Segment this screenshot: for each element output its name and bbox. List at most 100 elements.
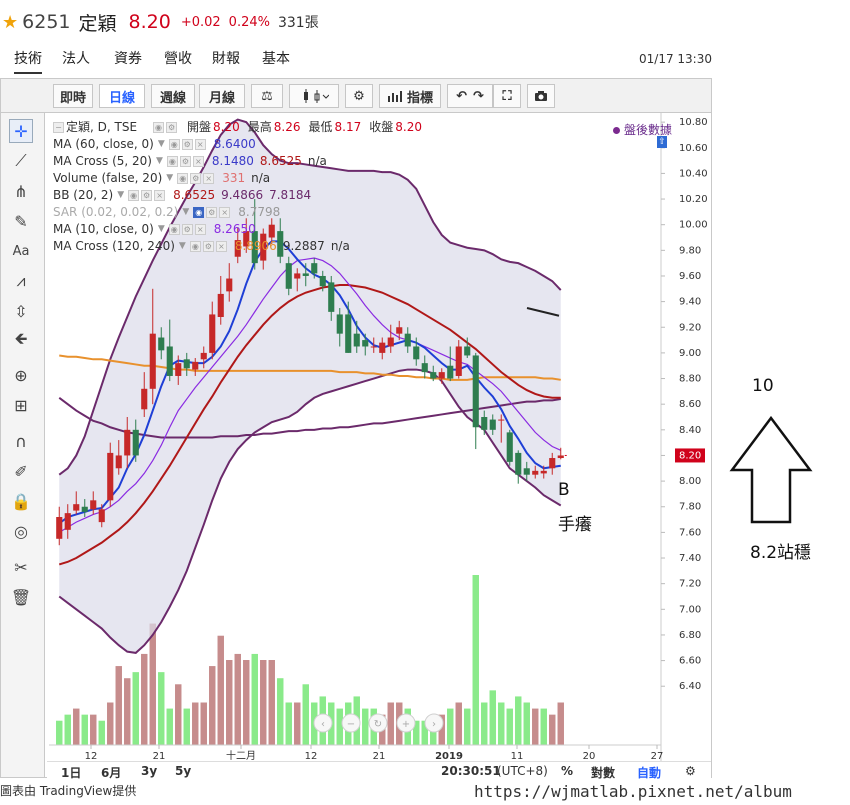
favorite-star-icon[interactable]: ★ — [2, 12, 18, 33]
undo-redo-buttons[interactable]: ↶ ↷ — [447, 84, 493, 108]
volume-bar — [277, 678, 284, 745]
candle-body — [523, 468, 530, 475]
dropdown-caret-icon[interactable]: ▼ — [117, 187, 124, 204]
indicator-eye-icon[interactable]: ◉ — [193, 207, 205, 218]
interval-daily-button[interactable]: 日線 — [99, 84, 145, 108]
volume-bar — [260, 660, 267, 745]
indicator-close-icon[interactable]: × — [194, 139, 206, 150]
redo-icon[interactable]: ↷ — [473, 89, 484, 104]
chart-credit[interactable]: 圖表由 TradingView提供 — [0, 782, 136, 799]
indicator-legend: − 定穎, D, TSE ◉ ⚙ 開盤 8.20 最高 8.26 最低 8.17… — [53, 119, 483, 255]
indicator-eye-icon[interactable]: ◉ — [177, 173, 189, 184]
legend-indicator-row[interactable]: Volume (false, 20) ▼ ◉ ⚙ × 331 n/a — [53, 170, 483, 187]
high-label: 最高 — [247, 120, 272, 134]
candle-body — [336, 314, 343, 334]
dropdown-caret-icon[interactable]: ▼ — [156, 153, 163, 170]
price-tick-label: 7.80 — [679, 502, 701, 513]
indicator-close-icon[interactable]: × — [203, 173, 215, 184]
close-label: 收盤 — [369, 120, 394, 134]
legend-settings-icon[interactable]: ⚙ — [166, 122, 178, 133]
candle-body — [549, 458, 556, 469]
indicator-eye-icon[interactable]: ◉ — [166, 156, 178, 167]
fullscreen-icon[interactable]: ⛶ — [493, 84, 521, 108]
tab-institutional[interactable]: 法人 — [62, 48, 90, 68]
percent-scale-button[interactable]: % — [561, 764, 573, 778]
interval-weekly-button[interactable]: 週線 — [151, 84, 195, 108]
dropdown-caret-icon[interactable]: ▼ — [182, 204, 189, 221]
indicator-eye-icon[interactable]: ◉ — [168, 224, 180, 235]
candle-body — [149, 333, 156, 389]
legend-indicator-row[interactable]: MA Cross (5, 20) ▼ ◉ ⚙ × 8.1480 8.6525 n/a — [53, 153, 483, 170]
candle-body — [73, 504, 80, 511]
indicator-settings-icon[interactable]: ⚙ — [181, 224, 193, 235]
legend-indicator-row[interactable]: MA Cross (120, 240) ▼ ◉ ⚙ × 8.8906 9.2887 n/a — [53, 238, 483, 255]
camera-snapshot-icon[interactable] — [527, 84, 555, 108]
volume-bar — [158, 672, 165, 745]
range-5y-button[interactable]: 5y — [175, 764, 191, 778]
price-tick-label: 10.80 — [679, 117, 708, 128]
indicator-close-icon[interactable]: × — [215, 241, 227, 252]
tab-revenue[interactable]: 營收 — [164, 48, 192, 68]
indicators-button[interactable]: 指標 — [379, 84, 441, 108]
timezone[interactable]: (UTC+8) — [497, 764, 548, 778]
legend-indicator-row[interactable]: BB (20, 2) ▼ ◉ ⚙ × 8.6525 9.4866 7.8184 — [53, 187, 483, 204]
log-scale-button[interactable]: 對數 — [591, 764, 615, 781]
indicator-settings-icon[interactable]: ⚙ — [141, 190, 153, 201]
tab-technical[interactable]: 技術 — [14, 48, 42, 74]
scale-settings-icon[interactable]: ⚙ — [685, 764, 696, 778]
indicator-settings-icon[interactable]: ⚙ — [206, 207, 218, 218]
dropdown-caret-icon[interactable]: ▼ — [166, 170, 173, 187]
dropdown-caret-icon[interactable]: ▼ — [179, 238, 186, 255]
indicator-settings-icon[interactable]: ⚙ — [179, 156, 191, 167]
interval-monthly-button[interactable]: 月線 — [199, 84, 245, 108]
indicator-settings-icon[interactable]: ⚙ — [202, 241, 214, 252]
indicator-name: BB (20, 2) — [53, 188, 114, 202]
auto-scale-button[interactable]: 自動 — [637, 764, 661, 781]
dropdown-caret-icon[interactable]: ▼ — [158, 136, 165, 153]
candle-body — [413, 346, 420, 360]
price-tick-label: 8.60 — [679, 399, 701, 410]
indicator-close-icon[interactable]: × — [194, 224, 206, 235]
legend-indicator-row[interactable]: SAR (0.02, 0.02, 0.2) ▼ ◉ ⚙ × 8.7798 — [53, 204, 483, 221]
legend-indicator-row[interactable]: MA (60, close, 0) ▼ ◉ ⚙ × 8.6400 — [53, 136, 483, 153]
indicator-settings-icon[interactable]: ⚙ — [190, 173, 202, 184]
svg-text:+: + — [402, 719, 410, 730]
collapse-icon[interactable]: − — [53, 122, 64, 133]
indicator-eye-icon[interactable]: ◉ — [168, 139, 180, 150]
legend-eye-icon[interactable]: ◉ — [153, 122, 165, 133]
candle-body — [472, 355, 479, 428]
tab-financials[interactable]: 財報 — [212, 48, 240, 68]
volume-bar — [166, 708, 173, 745]
candle-body — [328, 282, 335, 312]
chart-style-candle-icon[interactable] — [289, 84, 339, 108]
open-label: 開盤 — [187, 120, 212, 134]
candle-body — [64, 513, 71, 530]
compare-scale-icon[interactable]: ⚖ — [251, 84, 283, 108]
indicator-close-icon[interactable]: × — [192, 156, 204, 167]
range-3y-button[interactable]: 3y — [141, 764, 157, 778]
interval-realtime-button[interactable]: 即時 — [53, 84, 93, 108]
chart-toolbar: 即時 日線 週線 月線 ⚖ ⚙ 指標 ↶ ↷ ⛶ — [1, 79, 711, 113]
price-tick-label: 8.40 — [679, 425, 701, 436]
range-1d-button[interactable]: 1日 — [61, 764, 81, 781]
candle — [506, 429, 513, 466]
indicator-eye-icon[interactable]: ◉ — [189, 241, 201, 252]
indicator-close-icon[interactable]: × — [154, 190, 166, 201]
candle-body — [56, 517, 63, 539]
scroll-to-top-icon[interactable]: ⇧ — [657, 136, 667, 148]
indicator-eye-icon[interactable]: ◉ — [128, 190, 140, 201]
candle-body — [396, 327, 403, 334]
legend-indicator-row[interactable]: MA (10, close, 0) ▼ ◉ ⚙ × 8.2650 — [53, 221, 483, 238]
dropdown-caret-icon[interactable]: ▼ — [158, 221, 165, 238]
settings-gear-icon[interactable]: ⚙ — [345, 84, 373, 108]
indicator-close-icon[interactable]: × — [219, 207, 231, 218]
volume-bar — [192, 702, 199, 745]
stock-code: 6251 — [22, 11, 71, 33]
tab-basic[interactable]: 基本 — [262, 48, 290, 68]
undo-icon[interactable]: ↶ — [456, 89, 467, 104]
tab-margin[interactable]: 資券 — [114, 48, 142, 68]
candle-body — [302, 273, 309, 276]
indicator-settings-icon[interactable]: ⚙ — [181, 139, 193, 150]
stock-price: 8.20 — [128, 11, 171, 33]
range-6m-button[interactable]: 6月 — [101, 764, 121, 781]
